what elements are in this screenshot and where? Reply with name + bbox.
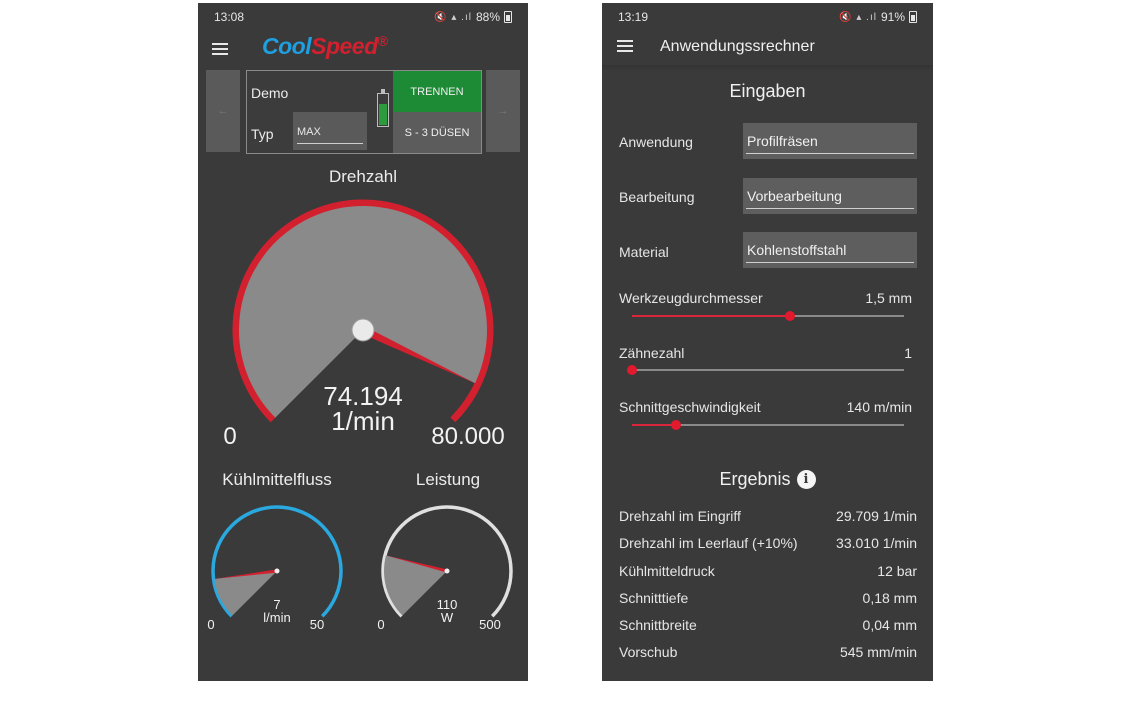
slider-thumb[interactable]	[670, 420, 681, 430]
application-label: Anwendung	[619, 134, 693, 150]
power-gauge-min: 0	[377, 617, 384, 632]
menu-icon[interactable]	[617, 40, 633, 52]
slider-thumb[interactable]	[627, 365, 637, 375]
battery-percent: 91%	[880, 10, 905, 24]
status-time: 13:19	[618, 10, 649, 24]
teeth-count-value: 1	[904, 345, 912, 361]
result-row: Schnitttiefe 0,18 mm	[619, 590, 917, 606]
device-name: Demo	[251, 85, 289, 101]
rpm-gauge: 74.194 1/min 0 80.000	[223, 199, 505, 450]
nozzle-select-button[interactable]: S - 3 DÜSEN	[393, 112, 481, 153]
cutting-speed-label: Schnittgeschwindigkeit	[619, 399, 761, 415]
cutting-speed-value: 140 m/min	[846, 399, 912, 415]
arrow-right-icon: →	[497, 105, 509, 117]
material-select-value: Kohlenstoffstahl	[747, 242, 847, 258]
result-label: Kühlmitteldruck	[619, 563, 715, 579]
result-heading-text: Ergebnis	[719, 469, 791, 489]
result-label: Vorschub	[619, 644, 678, 660]
result-label: Schnitttiefe	[619, 590, 689, 606]
application-select-value: Profilfräsen	[747, 133, 818, 149]
device-battery-icon	[377, 89, 389, 127]
power-gauge: 110 W 0 500	[377, 505, 513, 632]
result-row: Vorschub 545 mm/min	[619, 644, 917, 660]
tool-diameter-label: Werkzeugdurchmesser	[619, 290, 763, 306]
rpm-gauge-max: 80.000	[431, 423, 504, 450]
battery-icon	[504, 11, 512, 23]
result-value: 0,18 mm	[862, 590, 917, 606]
tool-diameter-value: 1,5 mm	[865, 290, 912, 306]
material-select[interactable]: Kohlenstoffstahl	[743, 232, 917, 268]
application-calculator-screen: 13:19 🔇 ▴ .ıl 91% Anwendungssrechner Ein…	[602, 3, 933, 681]
application-select[interactable]: Profilfräsen	[743, 123, 917, 159]
rpm-gauge-min: 0	[223, 423, 236, 450]
type-select[interactable]: MAX	[293, 112, 367, 150]
signal-icons: 🔇 ▴ .ıl	[434, 11, 472, 23]
next-device-button[interactable]: →	[486, 70, 520, 152]
result-label: Schnittbreite	[619, 617, 697, 633]
status-bar: 13:08 🔇 ▴ .ıl 88%	[198, 3, 528, 29]
material-label: Material	[619, 244, 669, 260]
result-value: 12 bar	[877, 563, 917, 579]
result-row: Drehzahl im Leerlauf (+10%) 33.010 1/min	[619, 535, 917, 551]
status-bar: 13:19 🔇 ▴ .ıl 91%	[602, 3, 933, 29]
disconnect-button[interactable]: TRENNEN	[393, 71, 481, 112]
signal-icons: 🔇 ▴ .ıl	[839, 11, 877, 23]
machining-select-value: Vorbearbeitung	[747, 188, 842, 204]
page-title: Anwendungssrechner	[660, 38, 815, 55]
slider-thumb[interactable]	[784, 311, 795, 321]
result-value: 545 mm/min	[839, 644, 917, 660]
cutting-speed-slider[interactable]	[632, 419, 904, 431]
result-heading: Ergebnis i	[602, 469, 933, 490]
coolant-gauge-unit: l/min	[263, 610, 290, 625]
inputs-heading: Eingaben	[729, 81, 806, 101]
result-label: Drehzahl im Eingriff	[619, 508, 741, 524]
tool-diameter-slider[interactable]	[632, 310, 904, 322]
result-row: Drehzahl im Eingriff 29.709 1/min	[619, 508, 917, 524]
machining-select[interactable]: Vorbearbeitung	[743, 178, 917, 214]
result-value: 0,04 mm	[862, 617, 917, 633]
machining-label: Bearbeitung	[619, 189, 695, 205]
rpm-gauge-hub	[351, 318, 375, 342]
coolant-gauge-min: 0	[207, 617, 214, 632]
battery-percent: 88%	[475, 10, 500, 24]
menu-icon[interactable]	[212, 43, 228, 55]
coolant-gauge: 7 l/min 0 50	[207, 505, 343, 632]
result-value: 29.709 1/min	[836, 508, 917, 524]
coolspeed-main-screen: 13:08 🔇 ▴ .ıl 88% CoolSpeed® ← → Demo Ty…	[198, 3, 528, 681]
result-row: Kühlmitteldruck 12 bar	[619, 563, 917, 579]
arrow-left-icon: ←	[217, 105, 229, 117]
coolant-gauge-title: Kühlmittelfluss	[222, 470, 332, 489]
coolspeed-logo: CoolSpeed®	[262, 33, 388, 59]
coolant-gauge-hub	[274, 568, 280, 574]
previous-device-button[interactable]: ←	[206, 70, 240, 152]
teeth-count-label: Zähnezahl	[619, 345, 685, 361]
result-value: 33.010 1/min	[836, 535, 917, 551]
device-panel: Demo Typ MAX TRENNEN S - 3 DÜSEN	[246, 70, 482, 154]
rpm-gauge-title: Drehzahl	[328, 167, 398, 186]
type-label: Typ	[251, 126, 274, 142]
result-row: Schnittbreite 0,04 mm	[619, 617, 917, 633]
power-gauge-unit: W	[441, 610, 454, 625]
power-gauge-max: 500	[479, 617, 501, 632]
info-icon[interactable]: i	[796, 470, 816, 489]
coolant-gauge-max: 50	[310, 617, 324, 632]
power-gauge-title: Leistung	[415, 470, 481, 489]
status-time: 13:08	[214, 10, 245, 24]
result-label: Drehzahl im Leerlauf (+10%)	[619, 535, 798, 551]
rpm-gauge-unit: 1/min	[331, 406, 395, 436]
type-select-value: MAX	[297, 126, 321, 138]
battery-icon	[909, 11, 917, 23]
power-gauge-hub	[444, 568, 450, 574]
teeth-count-slider[interactable]	[627, 364, 904, 376]
